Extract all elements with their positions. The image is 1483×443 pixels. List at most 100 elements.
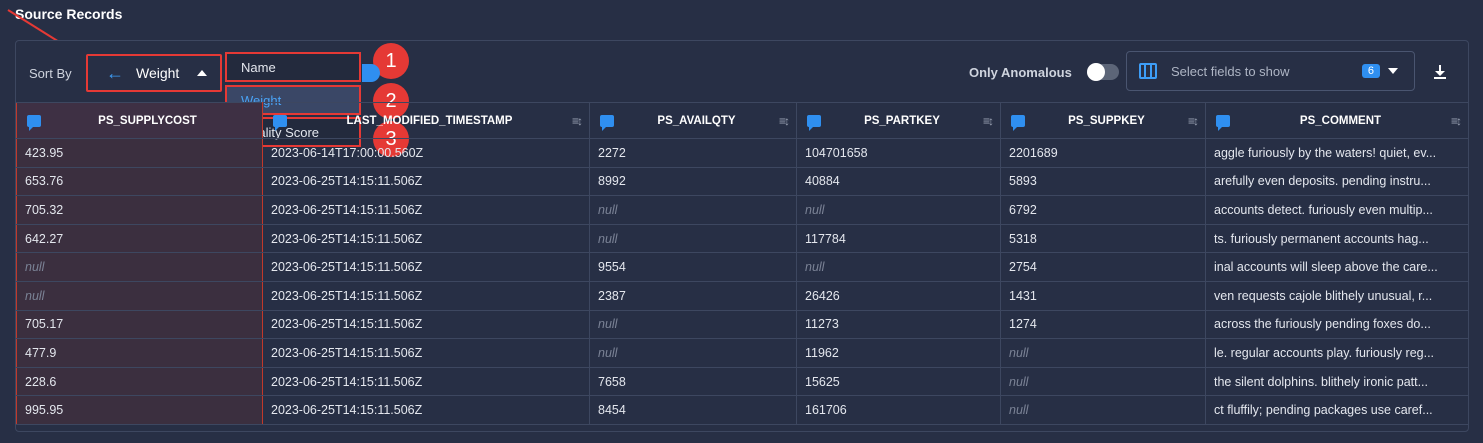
table-cell: arefully even deposits. pending instru..… — [1205, 166, 1469, 197]
arrow-left-icon[interactable]: ← — [106, 64, 124, 82]
table-row[interactable]: null 2023-06-25T14:15:11.506Z 2387 26426 143… — [16, 280, 1469, 311]
download-icon[interactable] — [1431, 63, 1449, 81]
toolbar: Sort By ← Weight Name Weight Quality Sco… — [16, 41, 1468, 157]
column-header-ps-comment[interactable]: PS_COMMENT ≡↕ — [1205, 102, 1469, 139]
table-cell: null — [589, 338, 797, 368]
table-cell: null — [16, 280, 263, 311]
columns-icon — [1139, 63, 1157, 79]
partial-toggle[interactable] — [362, 64, 380, 82]
table-cell: ven requests cajole blithely unusual, r.… — [1205, 280, 1469, 311]
column-name: LAST_MODIFIED_TIMESTAMP — [346, 114, 513, 127]
table-cell: 2023-06-25T14:15:11.506Z — [262, 338, 590, 368]
fields-select[interactable]: Select fields to show 6 — [1126, 51, 1415, 91]
comment-icon[interactable] — [27, 114, 41, 131]
column-header-ps-availqty[interactable]: PS_AVAILQTY ≡↕ — [589, 102, 797, 139]
table-cell: 2272 — [589, 138, 797, 168]
table-cell: 11273 — [796, 309, 1001, 340]
sort-icon[interactable]: ≡↕ — [983, 114, 994, 128]
column-header-ps-suppkey[interactable]: PS_SUPPKEY ≡↕ — [1000, 102, 1206, 139]
table-cell: 117784 — [796, 223, 1001, 254]
table-cell: null — [16, 252, 263, 282]
sort-icon[interactable]: ≡↕ — [779, 114, 790, 128]
table-cell: null — [1000, 338, 1206, 368]
table-cell: 423.95 — [16, 138, 263, 168]
table-cell: 705.32 — [16, 195, 263, 225]
table-cell: ct fluffily; pending packages use caref.… — [1205, 395, 1469, 425]
table-row[interactable]: null 2023-06-25T14:15:11.506Z 9554 null 2754… — [16, 252, 1469, 282]
table-cell: 15625 — [796, 366, 1001, 397]
table-cell: 2754 — [1000, 252, 1206, 282]
column-name: PS_SUPPKEY — [1068, 114, 1145, 127]
table-cell: the silent dolphins. blithely ironic pat… — [1205, 366, 1469, 397]
table-cell: across the furiously pending foxes do... — [1205, 309, 1469, 340]
table-row[interactable]: 653.76 2023-06-25T14:15:11.506Z 8992 40884 5… — [16, 166, 1469, 197]
table-cell: null — [1000, 366, 1206, 397]
table-row[interactable]: 995.95 2023-06-25T14:15:11.506Z 8454 161706… — [16, 395, 1469, 425]
table-cell: 477.9 — [16, 338, 263, 368]
comment-icon[interactable] — [273, 114, 287, 131]
only-anomalous-label: Only Anomalous — [969, 65, 1072, 80]
sort-icon[interactable]: ≡↕ — [1451, 114, 1462, 128]
records-table: PS_SUPPLYCOST LAST_MODIFIED_TIMESTAMP ≡↕ … — [16, 102, 1469, 425]
table-cell: 7658 — [589, 366, 797, 397]
table-cell: 2201689 — [1000, 138, 1206, 168]
table-cell: 642.27 — [16, 223, 263, 254]
table-row[interactable]: 705.17 2023-06-25T14:15:11.506Z null 11273 1… — [16, 309, 1469, 340]
table-cell: null — [589, 195, 797, 225]
column-header-last-modified-timestamp[interactable]: LAST_MODIFIED_TIMESTAMP ≡↕ — [262, 102, 590, 139]
table-cell: null — [589, 223, 797, 254]
table-cell: 2023-06-25T14:15:11.506Z — [262, 395, 590, 425]
table-cell: 2023-06-25T14:15:11.506Z — [262, 166, 590, 197]
table-cell: 2023-06-25T14:15:11.506Z — [262, 195, 590, 225]
comment-icon[interactable] — [807, 114, 821, 131]
column-name: PS_PARTKEY — [864, 114, 940, 127]
table-cell: 2023-06-25T14:15:11.506Z — [262, 223, 590, 254]
table-header-row: PS_SUPPLYCOST LAST_MODIFIED_TIMESTAMP ≡↕ … — [16, 102, 1469, 139]
sort-option-label: Name — [241, 59, 276, 75]
table-cell: 2023-06-14T17:00:00.560Z — [262, 138, 590, 168]
table-cell: accounts detect. furiously even multip..… — [1205, 195, 1469, 225]
comment-icon[interactable] — [1216, 114, 1230, 131]
table-cell: 228.6 — [16, 366, 263, 397]
table-cell: 2387 — [589, 280, 797, 311]
table-cell: 5318 — [1000, 223, 1206, 254]
table-row[interactable]: 477.9 2023-06-25T14:15:11.506Z null 11962 nu… — [16, 338, 1469, 368]
caret-up-icon — [197, 70, 208, 76]
column-header-ps-partkey[interactable]: PS_PARTKEY ≡↕ — [796, 102, 1001, 139]
table-cell: null — [589, 309, 797, 340]
sort-value: Weight — [136, 65, 180, 81]
fields-count-badge: 6 — [1361, 64, 1380, 78]
comment-icon[interactable] — [600, 114, 614, 131]
table-cell: null — [796, 195, 1001, 225]
table-cell: 995.95 — [16, 395, 263, 425]
table-cell: 5893 — [1000, 166, 1206, 197]
table-cell: aggle furiously by the waters! quiet, ev… — [1205, 138, 1469, 168]
table-cell: 2023-06-25T14:15:11.506Z — [262, 366, 590, 397]
table-cell: le. regular accounts play. furiously reg… — [1205, 338, 1469, 368]
sort-select[interactable]: ← Weight — [86, 54, 222, 92]
sort-icon[interactable]: ≡↕ — [572, 114, 583, 128]
table-row[interactable]: 705.32 2023-06-25T14:15:11.506Z null null 67… — [16, 195, 1469, 225]
table-cell: 653.76 — [16, 166, 263, 197]
table-row[interactable]: 228.6 2023-06-25T14:15:11.506Z 7658 15625 nu… — [16, 366, 1469, 397]
sort-by-label: Sort By — [29, 66, 72, 81]
table-cell: 1431 — [1000, 280, 1206, 311]
table-cell: 40884 — [796, 166, 1001, 197]
table-cell: null — [1000, 395, 1206, 425]
column-name: PS_AVAILQTY — [657, 114, 736, 127]
table-cell: 6792 — [1000, 195, 1206, 225]
sort-icon[interactable]: ≡↕ — [1188, 114, 1199, 128]
sort-option-name[interactable]: Name — [225, 52, 361, 82]
column-name: PS_COMMENT — [1299, 114, 1382, 127]
table-cell: null — [796, 252, 1001, 282]
only-anomalous-switch[interactable] — [1087, 63, 1119, 81]
comment-icon[interactable] — [1011, 114, 1025, 131]
fields-placeholder: Select fields to show — [1171, 63, 1290, 79]
table-cell: 2023-06-25T14:15:11.506Z — [262, 280, 590, 311]
table-cell: 2023-06-25T14:15:11.506Z — [262, 309, 590, 340]
column-header-ps-supplycost[interactable]: PS_SUPPLYCOST — [16, 102, 263, 139]
table-cell: 705.17 — [16, 309, 263, 340]
table-row[interactable]: 642.27 2023-06-25T14:15:11.506Z null 117784… — [16, 223, 1469, 254]
table-cell: 9554 — [589, 252, 797, 282]
table-row[interactable]: 423.95 2023-06-14T17:00:00.560Z 2272 104701… — [16, 138, 1469, 168]
